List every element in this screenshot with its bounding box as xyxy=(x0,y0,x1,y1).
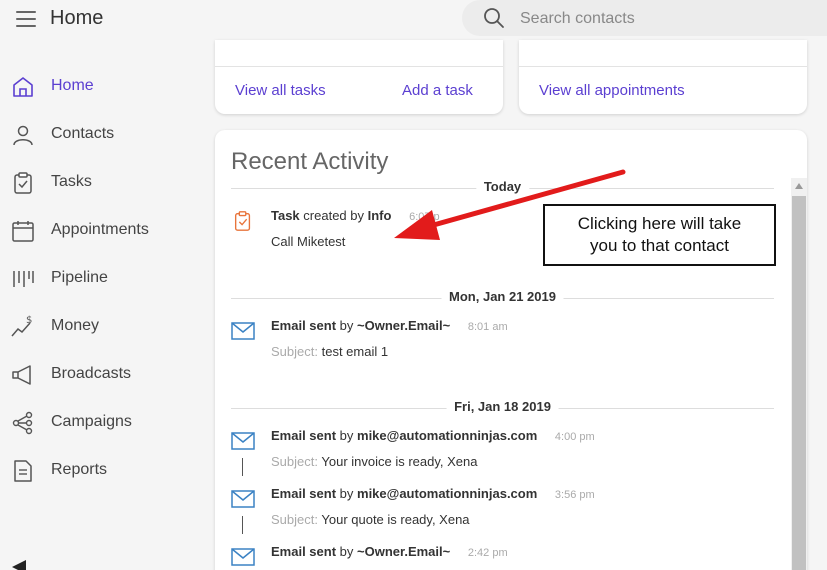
sidebar-item-label: Broadcasts xyxy=(51,365,132,382)
view-all-appointments-link[interactable]: View all appointments xyxy=(539,82,685,99)
sidebar-item-tasks[interactable]: Tasks xyxy=(0,158,200,206)
task-icon xyxy=(234,211,251,231)
svg-text:$: $ xyxy=(26,315,32,326)
subject-label: Subject: xyxy=(271,512,318,527)
collapse-sidebar-icon[interactable] xyxy=(12,560,26,570)
email-subject: Subject: test email 1 xyxy=(271,344,388,359)
sidebar-item-label: Tasks xyxy=(51,173,92,190)
activity-headline: Email sent by mike@automationninjas.com … xyxy=(271,428,595,443)
date-label: Mon, Jan 21 2019 xyxy=(441,289,564,304)
date-label: Fri, Jan 18 2019 xyxy=(446,399,559,414)
report-icon xyxy=(14,460,32,482)
activity-headline: Email sent by ~Owner.Email~ 8:01 am xyxy=(271,318,508,333)
view-all-tasks-link[interactable]: View all tasks xyxy=(235,82,326,99)
date-separator: Fri, Jan 18 2019 xyxy=(231,399,774,417)
sidebar-item-label: Appointments xyxy=(51,221,149,238)
activity-verb: by xyxy=(339,486,354,501)
activity-entry[interactable]: Email sent by ~Owner.Email~ 2:42 pm xyxy=(231,544,774,570)
search-icon xyxy=(484,8,504,28)
email-subject: Subject: Your invoice is ready, Xena xyxy=(271,454,477,469)
sidebar-item-home[interactable]: Home xyxy=(0,62,200,110)
sidebar-item-contacts[interactable]: Contacts xyxy=(0,110,200,158)
activity-type: Task xyxy=(271,208,300,223)
search-box[interactable] xyxy=(462,0,827,36)
callout-line-2: you to that contact xyxy=(590,236,729,255)
sidebar-item-label: Reports xyxy=(51,461,108,478)
sidebar-item-label: Pipeline xyxy=(51,269,108,286)
sidebar-item-broadcasts[interactable]: Broadcasts xyxy=(0,350,200,398)
home-icon xyxy=(13,77,33,97)
email-subject: Subject: Your quote is ready, Xena xyxy=(271,512,470,527)
megaphone-icon xyxy=(12,365,31,385)
sidebar-item-label: Campaigns xyxy=(51,413,132,430)
sidebar-item-pipeline[interactable]: Pipeline xyxy=(0,254,200,302)
activity-actor[interactable]: mike@automationninjas.com xyxy=(357,428,537,443)
timeline-connector xyxy=(242,516,243,534)
activity-actor[interactable]: ~Owner.Email~ xyxy=(357,318,450,333)
money-icon: $ xyxy=(11,315,32,337)
activity-entry[interactable]: Email sent by mike@automationninjas.com … xyxy=(231,486,774,534)
activity-actor[interactable]: ~Owner.Email~ xyxy=(357,544,450,559)
date-separator: Mon, Jan 21 2019 xyxy=(231,289,774,307)
annotation-callout: Clicking here will take you to that cont… xyxy=(543,204,776,266)
subject-text: Your invoice is ready, Xena xyxy=(321,454,478,469)
tasks-card: View all tasks Add a task xyxy=(215,40,503,114)
activity-headline: Email sent by ~Owner.Email~ 2:42 pm xyxy=(271,544,508,559)
callout-line-1: Clicking here will take xyxy=(577,214,742,233)
scroll-up-icon[interactable] xyxy=(795,183,803,189)
email-icon xyxy=(231,322,255,340)
recent-activity-title: Recent Activity xyxy=(231,148,389,175)
timeline-connector xyxy=(242,458,243,476)
subject-text: test email 1 xyxy=(321,344,389,359)
activity-type: Email sent xyxy=(271,318,337,333)
add-task-link[interactable]: Add a task xyxy=(402,82,473,99)
sidebar-item-reports[interactable]: Reports xyxy=(0,446,200,494)
subject-label: Subject: xyxy=(271,344,318,359)
scroll-thumb[interactable] xyxy=(792,196,806,570)
subject-label: Subject: xyxy=(271,454,318,469)
activity-type: Email sent xyxy=(271,428,337,443)
activity-time: 4:00 pm xyxy=(554,431,595,443)
top-bar: Home xyxy=(0,0,827,44)
email-icon xyxy=(231,548,255,566)
activity-time: 3:56 pm xyxy=(554,489,595,501)
activity-verb: by xyxy=(339,428,354,443)
email-icon xyxy=(231,490,255,508)
clipboard-icon xyxy=(14,172,32,194)
activity-time: 8:01 am xyxy=(467,321,508,333)
divider xyxy=(519,66,807,67)
activity-time: 2:42 pm xyxy=(467,547,508,559)
activity-type: Email sent xyxy=(271,486,337,501)
campaigns-icon xyxy=(12,411,33,435)
sidebar-item-label: Money xyxy=(51,317,100,334)
subject-text: Your quote is ready, Xena xyxy=(321,512,470,527)
divider xyxy=(215,66,503,67)
activity-verb: by xyxy=(339,544,354,559)
calendar-icon xyxy=(12,221,34,242)
menu-icon[interactable] xyxy=(16,11,36,27)
sidebar-item-campaigns[interactable]: Campaigns xyxy=(0,398,200,446)
activity-entry[interactable]: Email sent by mike@automationninjas.com … xyxy=(231,428,774,476)
activity-verb: created by xyxy=(303,208,364,223)
task-detail-link[interactable]: Call Miketest xyxy=(271,234,345,249)
page-title: Home xyxy=(50,7,104,29)
activity-entry[interactable]: Email sent by ~Owner.Email~ 8:01 am Subj… xyxy=(231,318,774,366)
sidebar-item-label: Contacts xyxy=(51,125,115,142)
sidebar: Home Contacts Tasks Appointments Pipelin… xyxy=(0,62,200,494)
appointments-card: View all appointments xyxy=(519,40,807,114)
sidebar-item-money[interactable]: $ Money xyxy=(0,302,200,350)
activity-actor[interactable]: mike@automationninjas.com xyxy=(357,486,537,501)
activity-type: Email sent xyxy=(271,544,337,559)
search-input[interactable] xyxy=(520,8,800,30)
pipeline-icon xyxy=(13,271,34,287)
activity-headline: Email sent by mike@automationninjas.com … xyxy=(271,486,595,501)
person-icon xyxy=(13,125,33,146)
sidebar-item-appointments[interactable]: Appointments xyxy=(0,206,200,254)
sidebar-item-label: Home xyxy=(51,77,94,94)
email-icon xyxy=(231,432,255,450)
activity-verb: by xyxy=(339,318,354,333)
